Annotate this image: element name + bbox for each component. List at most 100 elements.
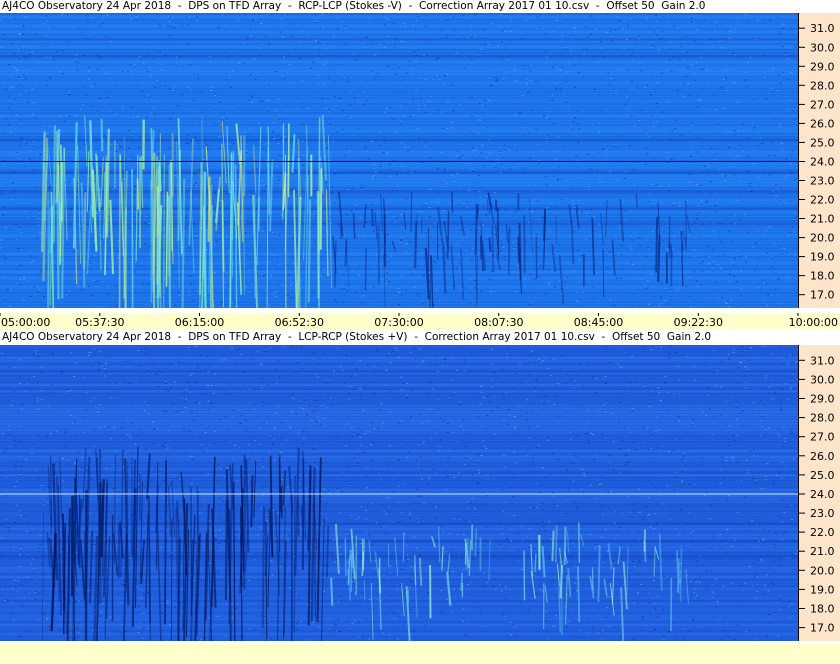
noise: [205, 115, 208, 117]
noise: [424, 112, 427, 114]
noise: [613, 522, 616, 524]
noise: [569, 17, 572, 19]
noise: [757, 20, 760, 22]
noise: [225, 272, 228, 274]
noise: [23, 597, 26, 599]
noise: [502, 454, 505, 456]
noise: [261, 378, 264, 379]
noise: [264, 163, 267, 165]
noise: [42, 23, 45, 25]
noise: [99, 622, 102, 624]
noise: [474, 508, 476, 510]
noise: [574, 57, 577, 59]
noise: [290, 155, 293, 157]
noise: [272, 131, 275, 133]
noise: [678, 531, 681, 533]
noise: [319, 17, 321, 19]
noise: [388, 281, 391, 283]
noise: [342, 376, 345, 378]
noise: [514, 532, 517, 534]
noise: [766, 248, 769, 250]
noise: [546, 436, 549, 438]
noise: [609, 117, 611, 119]
noise: [737, 304, 740, 306]
noise: [432, 79, 435, 81]
noise: [604, 141, 607, 142]
noise: [177, 291, 180, 293]
noise: [400, 274, 403, 276]
noise: [748, 530, 751, 532]
noise: [545, 184, 548, 186]
noise: [324, 413, 327, 415]
noise: [176, 105, 179, 107]
noise: [597, 410, 600, 412]
noise: [782, 147, 785, 149]
noise: [353, 465, 356, 467]
noise: [312, 195, 315, 197]
noise: [636, 108, 639, 110]
noise: [435, 364, 437, 366]
noise: [666, 101, 669, 103]
noise: [517, 495, 519, 497]
noise: [601, 110, 604, 112]
noise: [280, 31, 283, 33]
noise: [164, 442, 166, 444]
noise: [18, 32, 21, 34]
band: [0, 510, 798, 512]
noise: [365, 579, 368, 581]
noise: [364, 433, 367, 435]
noise: [617, 147, 620, 149]
noise: [43, 296, 46, 298]
noise: [521, 197, 524, 199]
noise: [336, 74, 339, 76]
noise: [149, 98, 152, 100]
noise: [785, 280, 788, 282]
noise: [631, 60, 633, 62]
noise: [568, 487, 571, 489]
noise: [83, 54, 86, 56]
noise: [682, 51, 684, 53]
noise: [240, 405, 243, 407]
noise: [317, 363, 319, 365]
noise: [593, 216, 596, 218]
noise: [709, 15, 712, 17]
noise: [714, 422, 717, 424]
noise: [168, 88, 171, 90]
noise: [335, 630, 338, 632]
noise: [597, 131, 600, 133]
noise: [149, 112, 152, 114]
noise: [714, 281, 717, 283]
noise: [662, 638, 665, 640]
noise: [405, 289, 408, 291]
noise: [9, 75, 12, 77]
noise: [93, 268, 96, 270]
noise: [315, 444, 318, 446]
noise: [687, 515, 690, 516]
noise: [99, 615, 102, 617]
noise: [7, 429, 10, 430]
noise: [732, 352, 735, 354]
noise: [32, 559, 35, 560]
noise: [279, 287, 282, 289]
noise: [305, 639, 308, 641]
noise: [88, 264, 91, 266]
noise: [466, 52, 469, 54]
noise: [2, 133, 5, 135]
noise: [202, 154, 205, 156]
noise: [178, 361, 181, 363]
noise: [426, 483, 429, 485]
noise: [627, 25, 629, 27]
noise: [128, 147, 131, 149]
noise: [101, 365, 104, 367]
noise: [463, 287, 466, 289]
noise: [565, 180, 568, 182]
noise: [748, 566, 751, 568]
noise: [434, 560, 437, 562]
noise: [724, 77, 727, 79]
noise: [634, 565, 637, 567]
noise: [631, 410, 634, 412]
noise: [700, 56, 703, 58]
noise: [281, 518, 284, 519]
band: [0, 61, 798, 63]
noise: [526, 83, 529, 85]
